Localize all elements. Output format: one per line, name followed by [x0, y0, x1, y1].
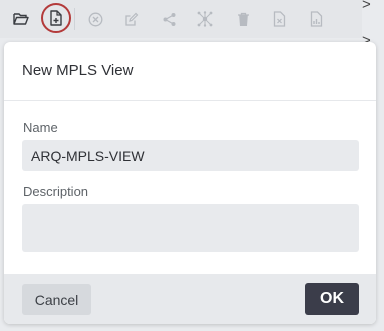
topology-button[interactable]	[190, 4, 220, 34]
dialog-title: New MPLS View	[22, 62, 134, 79]
delete-button[interactable]	[228, 4, 258, 34]
new-view-button[interactable]	[41, 3, 71, 33]
folder-open-icon	[13, 13, 29, 25]
network-icon	[197, 11, 213, 27]
cancel-button[interactable]: Cancel	[22, 284, 91, 315]
edit-icon	[124, 12, 138, 26]
description-input[interactable]	[22, 204, 359, 252]
trash-icon	[237, 12, 249, 26]
description-label: Description	[23, 184, 89, 199]
new-mpls-view-dialog: New MPLS View Name Description Cancel OK	[4, 42, 376, 324]
remove-file-button[interactable]	[264, 4, 294, 34]
side-expand-item[interactable]: >	[362, 0, 371, 13]
close-circle-icon	[88, 12, 102, 26]
new-file-icon	[50, 10, 62, 26]
share-button[interactable]	[154, 4, 184, 34]
edit-button[interactable]	[116, 4, 146, 34]
name-label: Name	[23, 120, 58, 135]
open-folder-button[interactable]	[6, 4, 36, 34]
file-remove-icon	[273, 11, 285, 27]
toolbar	[0, 0, 384, 38]
close-button[interactable]	[80, 4, 110, 34]
toolbar-separator	[74, 8, 75, 30]
name-input[interactable]	[22, 140, 359, 171]
share-icon	[163, 12, 175, 26]
dialog-footer: Cancel OK	[4, 274, 376, 324]
report-button[interactable]	[301, 4, 331, 34]
header-divider	[4, 100, 376, 101]
file-chart-icon	[310, 11, 322, 27]
ok-button[interactable]: OK	[305, 283, 359, 315]
